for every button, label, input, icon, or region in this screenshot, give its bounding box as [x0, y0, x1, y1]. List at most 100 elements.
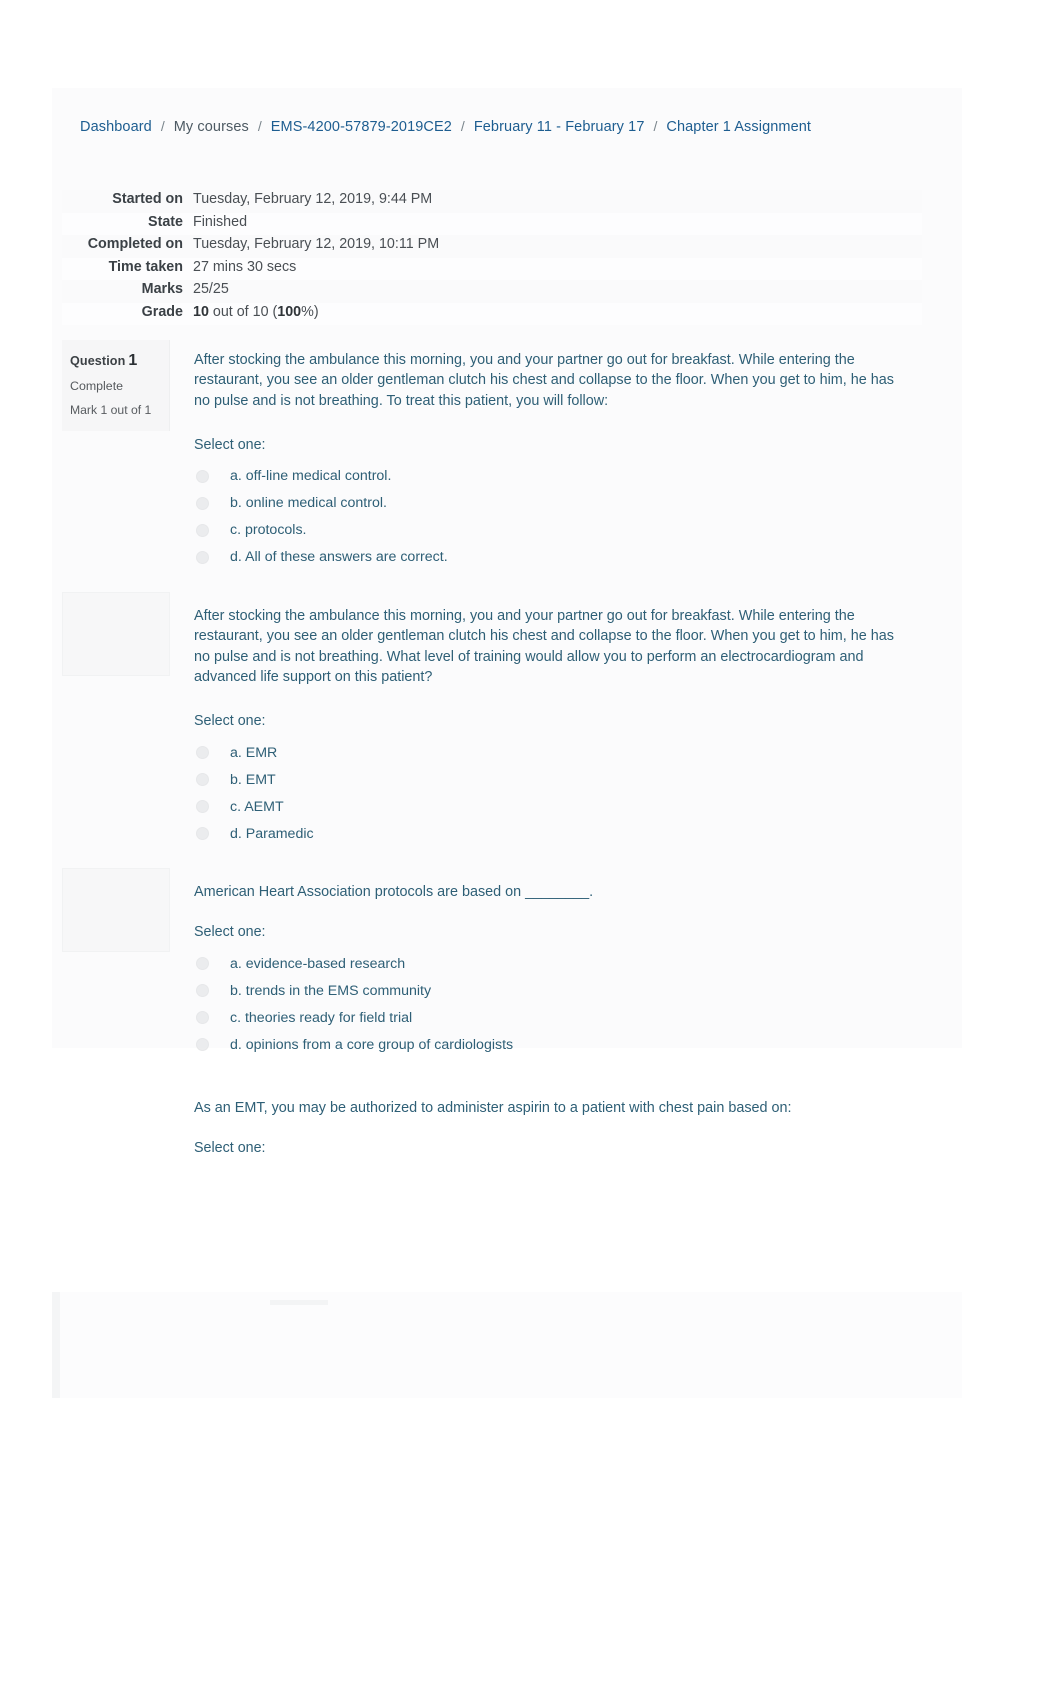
question-body-4: As an EMT, you may be authorized to admi… [170, 1088, 922, 1176]
row-value-started-on: Tuesday, February 12, 2019, 9:44 PM [193, 191, 433, 207]
row-value-grade: 10 out of 10 (100%) [193, 303, 922, 326]
select-one-label-3: Select one: [194, 924, 266, 941]
breadcrumb-item-assignment[interactable]: Chapter 1 Assignment [666, 117, 811, 137]
select-one-label-1: Select one: [194, 436, 266, 453]
table-row: Grade 10 out of 10 (100%) [62, 302, 922, 326]
question-number-value: 1 [128, 352, 138, 369]
breadcrumb-separator: / [653, 118, 658, 134]
question-info-1: Question 1 Complete Mark 1 out of 1 [62, 340, 170, 431]
answer-label: a. off-line medical control. [230, 468, 392, 485]
page-edge-strip-mid [270, 1300, 328, 1305]
row-value-marks: 25/25 [193, 281, 229, 297]
question-number-4 [70, 1100, 158, 1118]
answer-list-1: a. off-line medical control. b. online m… [194, 463, 908, 571]
answer-label: c. AEMT [230, 798, 284, 815]
answer-list-2: a. EMR b. EMT c. AEMT d. Paramedic [194, 739, 908, 847]
radio-button-icon[interactable] [196, 773, 209, 787]
answer-label: b. trends in the EMS community [230, 982, 432, 999]
select-one-label-4: Select one: [194, 1140, 266, 1157]
answer-label: b. online medical control. [230, 495, 387, 512]
question-info-3 [62, 872, 170, 926]
answer-label: d. All of these answers are correct. [230, 549, 448, 566]
answer-option-2c[interactable]: c. AEMT [194, 793, 908, 820]
question-body-1: After stocking the ambulance this mornin… [170, 340, 922, 581]
question-state-1: Complete [70, 379, 124, 393]
question-block-3: American Heart Association protocols are… [62, 872, 922, 1068]
question-text-3: American Heart Association protocols are… [194, 884, 594, 900]
table-row: Time taken 27 mins 30 secs [62, 257, 922, 280]
answer-label: a. EMR [230, 744, 278, 761]
row-label-grade: Grade [141, 303, 183, 320]
quiz-review-page: Dashboard / My courses / EMS-4200-57879-… [0, 0, 1062, 1684]
row-label-marks: Marks [141, 281, 183, 297]
question-block-2: After stocking the ambulance this mornin… [62, 596, 922, 857]
answer-option-2b[interactable]: b. EMT [194, 766, 908, 793]
row-value-time-taken: 27 mins 30 secs [193, 258, 297, 275]
question-text-1: After stocking the ambulance this mornin… [194, 352, 894, 409]
answer-option-1b[interactable]: b. online medical control. [194, 490, 908, 517]
question-mark-1: Mark 1 out of 1 [70, 403, 152, 417]
radio-button-icon[interactable] [196, 1038, 209, 1052]
answer-option-2a[interactable]: a. EMR [194, 739, 908, 766]
question-info-2 [62, 596, 170, 650]
radio-button-icon[interactable] [196, 827, 209, 841]
page-edge-strip-left [52, 1292, 60, 1398]
table-row: State Finished [62, 212, 922, 235]
answer-option-3b[interactable]: b. trends in the EMS community [194, 977, 908, 1004]
grade-percent: 100 [277, 303, 302, 320]
breadcrumb-item-week[interactable]: February 11 - February 17 [474, 117, 645, 137]
question-body-3: American Heart Association protocols are… [170, 872, 922, 1068]
answer-option-3d[interactable]: d. opinions from a core group of cardiol… [194, 1031, 908, 1058]
table-row: Completed on Tuesday, February 12, 2019,… [62, 235, 922, 258]
grade-suffix: %) [301, 303, 319, 320]
answer-label: c. theories ready for field trial [230, 1009, 413, 1026]
answer-option-3c[interactable]: c. theories ready for field trial [194, 1004, 908, 1031]
breadcrumb-separator: / [460, 118, 465, 134]
table-row: Marks 25/25 [62, 280, 922, 303]
answer-label: c. protocols. [230, 522, 307, 539]
answer-option-3a[interactable]: a. evidence-based research [194, 950, 908, 977]
attempt-summary-table: Started on Tuesday, February 12, 2019, 9… [62, 190, 922, 325]
question-text-4: As an EMT, you may be authorized to admi… [194, 1100, 792, 1116]
breadcrumb-separator: / [257, 118, 262, 134]
question-number-3 [70, 884, 158, 902]
question-body-2: After stocking the ambulance this mornin… [170, 596, 922, 857]
radio-button-icon[interactable] [196, 469, 209, 483]
answer-option-2d[interactable]: d. Paramedic [194, 820, 908, 847]
grade-middle: out of 10 ( [208, 303, 278, 320]
row-label-started-on: Started on [112, 191, 183, 207]
answer-option-1a[interactable]: a. off-line medical control. [194, 463, 908, 490]
row-value-completed-on: Tuesday, February 12, 2019, 10:11 PM [193, 236, 440, 252]
breadcrumb-item-dashboard[interactable]: Dashboard [80, 117, 152, 137]
row-label-completed-on: Completed on [87, 236, 183, 252]
table-row: Started on Tuesday, February 12, 2019, 9… [62, 190, 922, 213]
radio-button-icon[interactable] [196, 496, 209, 510]
answer-label: a. evidence-based research [230, 955, 406, 972]
question-info-4 [62, 1088, 170, 1142]
radio-button-icon[interactable] [196, 1011, 209, 1025]
answer-label: d. opinions from a core group of cardiol… [230, 1036, 514, 1053]
question-number-2 [70, 608, 158, 626]
answer-list-3: a. evidence-based research b. trends in … [194, 950, 908, 1058]
answer-option-1d[interactable]: d. All of these answers are correct. [194, 544, 908, 571]
answer-label: d. Paramedic [230, 825, 314, 842]
breadcrumb-item-course[interactable]: EMS-4200-57879-2019CE2 [271, 117, 452, 137]
breadcrumb-separator: / [160, 118, 165, 134]
question-text-2: After stocking the ambulance this mornin… [194, 608, 894, 685]
radio-button-icon[interactable] [196, 550, 209, 564]
question-block-4: As an EMT, you may be authorized to admi… [62, 1088, 922, 1176]
answer-label: b. EMT [230, 771, 276, 788]
row-label-state: State [148, 213, 183, 230]
radio-button-icon[interactable] [196, 984, 209, 998]
breadcrumb-item-my-courses[interactable]: My courses [174, 117, 249, 137]
question-number-1: Question 1 [70, 352, 157, 370]
content-sheet-lower [52, 1292, 962, 1398]
question-block-1: Question 1 Complete Mark 1 out of 1 After… [62, 340, 922, 581]
radio-button-icon[interactable] [196, 746, 209, 760]
row-value-state: Finished [193, 213, 248, 230]
grade-earned: 10 [193, 303, 209, 320]
answer-option-1c[interactable]: c. protocols. [194, 517, 908, 544]
radio-button-icon[interactable] [196, 957, 209, 971]
radio-button-icon[interactable] [196, 800, 209, 814]
radio-button-icon[interactable] [196, 523, 209, 537]
